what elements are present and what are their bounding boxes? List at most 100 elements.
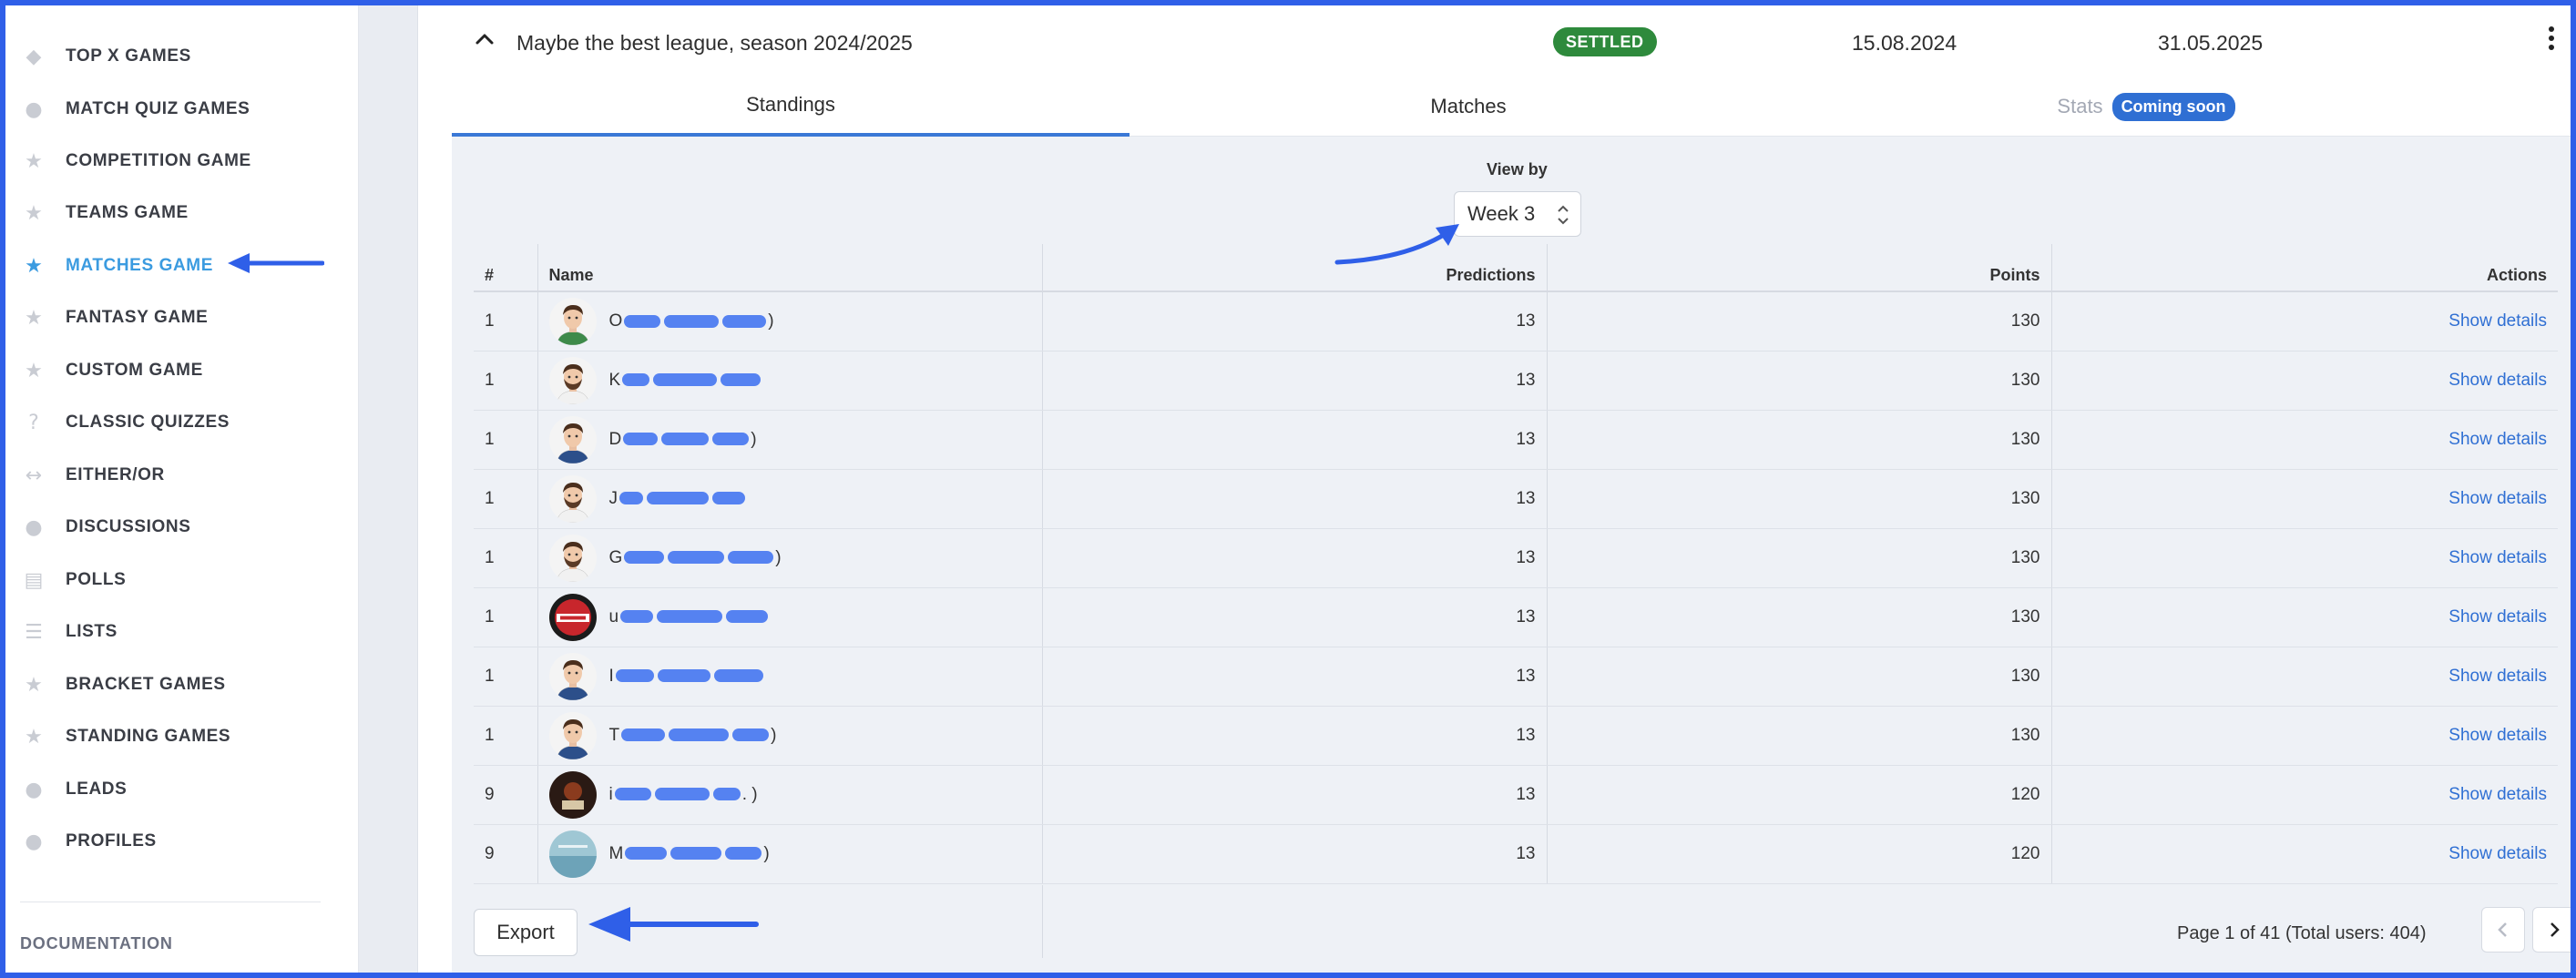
sidebar-item-lists[interactable]: ☰ LISTS [20, 614, 348, 650]
table-row: 1 G) 13 130 Show details [474, 528, 2558, 588]
redaction-mark [732, 728, 770, 742]
show-details-link[interactable]: Show details [2448, 311, 2547, 331]
avatar [548, 297, 597, 345]
show-details-link[interactable]: Show details [2448, 667, 2547, 686]
standings-rows: 1 O) 13 130 Show details 1 K 13 130 Show details 1… [474, 291, 2558, 884]
show-details-link[interactable]: Show details [2448, 430, 2547, 449]
redaction-mark [728, 551, 774, 565]
sidebar-item-discussions[interactable]: ● DISCUSSIONS [20, 509, 348, 545]
sidebar-item-leads[interactable]: ● LEADS [20, 771, 348, 808]
predictions-cell: 13 [1041, 410, 1547, 470]
sidebar-item-standing-games[interactable]: ★ STANDING GAMES [20, 718, 348, 755]
trophy-icon: ★ [25, 359, 43, 382]
sidebar-item-match-quiz-games[interactable]: ● MATCH QUIZ GAMES [20, 91, 348, 127]
redaction-mark [619, 492, 643, 505]
next-page-button[interactable] [2532, 907, 2571, 953]
show-details-link[interactable]: Show details [2448, 548, 2547, 567]
sidebar-item-top-x-games[interactable]: ◆ TOP X GAMES [20, 38, 348, 75]
user-name: I [609, 667, 765, 687]
trophy-icon: ★ [25, 149, 43, 173]
sidebar: ◆ TOP X GAMES ● MATCH QUIZ GAMES ★ COMPETITIO… [5, 5, 359, 973]
predictions-cell: 13 [1041, 528, 1547, 588]
rank-cell: 1 [474, 587, 537, 647]
table-row: 9 i . ) 13 120 Show details [474, 765, 2558, 825]
name-cell: K [537, 351, 1042, 411]
more-options-icon[interactable] [2542, 24, 2561, 56]
predictions-cell: 13 [1041, 706, 1547, 766]
rank-cell: 1 [474, 410, 537, 470]
show-details-link[interactable]: Show details [2448, 489, 2547, 508]
sidebar-item-profiles[interactable]: ● PROFILES [20, 823, 348, 860]
league-header: Maybe the best league, season 2024/2025 … [418, 5, 2571, 76]
user-name-end: ) [751, 429, 757, 449]
user-name: T) [609, 726, 777, 746]
sidebar-item-fantasy-game[interactable]: ★ FANTASY GAME [20, 300, 348, 336]
redaction-mark [654, 788, 710, 801]
show-details-link[interactable]: Show details [2448, 371, 2547, 390]
sidebar-item-label: COMPETITION GAME [66, 151, 251, 170]
standings-panel: View by Week 3 # Name Predictions Points… [452, 137, 2571, 973]
documentation-link[interactable]: DOCUMENTATION [20, 934, 173, 953]
show-details-link[interactable]: Show details [2448, 607, 2547, 627]
show-details-link[interactable]: Show details [2448, 785, 2547, 804]
actions-cell: Show details [2050, 824, 2558, 884]
predictions-cell: 13 [1041, 469, 1547, 529]
sidebar-item-label: CLASSIC QUIZZES [66, 413, 230, 432]
redaction-mark [657, 669, 710, 683]
list-icon: ☰ [25, 620, 43, 644]
trophy-icon: ★ [25, 725, 43, 749]
league-title: Maybe the best league, season 2024/2025 [516, 31, 913, 55]
name-cell: u [537, 587, 1042, 647]
sidebar-item-polls[interactable]: ▤ POLLS [20, 562, 348, 598]
avatar [548, 534, 597, 582]
chat-bubbles-icon: ● [25, 97, 43, 121]
header-actions: Actions [2050, 244, 2558, 292]
show-details-link[interactable]: Show details [2448, 844, 2547, 863]
table-header-row: # Name Predictions Points Actions [474, 244, 2558, 292]
week-select-value: Week 3 [1467, 202, 1536, 225]
redaction-mark [657, 610, 723, 624]
user-name-start: O [608, 311, 623, 331]
redaction-mark [712, 788, 741, 801]
rank-cell: 1 [474, 706, 537, 766]
show-details-link[interactable]: Show details [2448, 726, 2547, 745]
redaction-mark [661, 433, 710, 446]
rank-cell: 1 [474, 291, 537, 351]
sidebar-item-custom-game[interactable]: ★ CUSTOM GAME [20, 352, 348, 389]
redaction-mark [669, 728, 730, 742]
league-card: Maybe the best league, season 2024/2025 … [417, 5, 2571, 973]
rank-cell: 9 [474, 824, 537, 884]
name-cell: G) [537, 528, 1042, 588]
sidebar-item-bracket-games[interactable]: ★ BRACKET GAMES [20, 667, 348, 703]
people-icon: ● [25, 778, 43, 801]
user-name-end: ) [771, 725, 777, 745]
people-icon: ● [25, 830, 43, 853]
tab-matches[interactable]: Matches [1130, 76, 1807, 137]
tab-standings[interactable]: Standings [452, 76, 1130, 137]
redaction-mark [712, 492, 745, 505]
rank-cell: 1 [474, 528, 537, 588]
redaction-mark [722, 314, 767, 328]
export-button[interactable]: Export [474, 909, 578, 956]
sidebar-item-teams-game[interactable]: ★ TEAMS GAME [20, 195, 348, 231]
sidebar-item-label: STANDING GAMES [66, 727, 231, 746]
sidebar-item-competition-game[interactable]: ★ COMPETITION GAME [20, 143, 348, 179]
redaction-mark [726, 610, 769, 624]
sidebar-item-matches-game[interactable]: ★ MATCHES GAME [20, 248, 348, 284]
chevron-up-icon[interactable] [473, 27, 496, 51]
redaction-mark [653, 373, 718, 387]
redaction-mark [668, 551, 725, 565]
sidebar-item-either-or[interactable]: ↔ EITHER/OR [20, 457, 348, 494]
name-cell: D) [537, 410, 1042, 470]
coming-soon-badge: Coming soon [2111, 92, 2235, 121]
standings-table: # Name Predictions Points Actions 1 O) 13 1… [474, 244, 2558, 884]
week-select[interactable]: Week 3 [1454, 191, 1581, 237]
trophy-icon: ★ [25, 306, 43, 330]
redaction-mark [664, 314, 720, 328]
sidebar-item-classic-quizzes[interactable]: ? CLASSIC QUIZZES [20, 404, 348, 441]
user-name-start: J [608, 488, 618, 508]
sidebar-item-label: FANTASY GAME [66, 308, 209, 327]
redaction-mark [670, 847, 722, 861]
previous-page-button[interactable] [2481, 907, 2525, 953]
redaction-mark [620, 610, 654, 624]
